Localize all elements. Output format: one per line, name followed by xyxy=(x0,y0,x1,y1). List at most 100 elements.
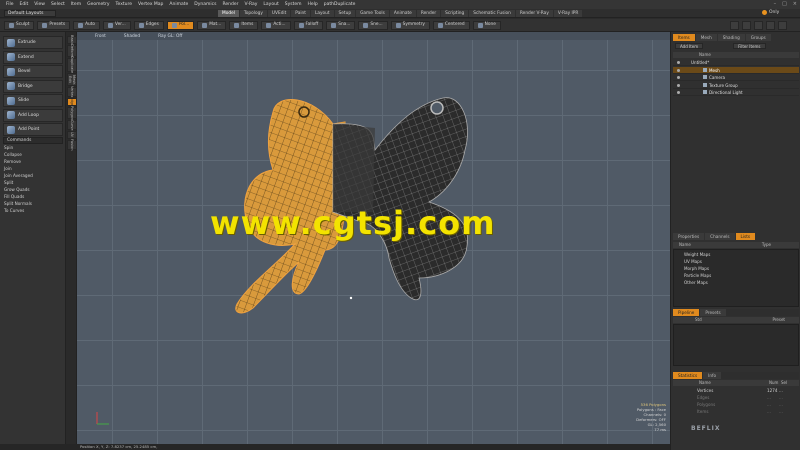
tab-layout[interactable]: Layout xyxy=(310,10,334,17)
tab-groups[interactable]: Groups xyxy=(745,34,771,41)
menu-item-select[interactable]: Select xyxy=(51,2,65,7)
tab-paint[interactable]: Paint xyxy=(291,10,310,17)
tool-slide[interactable]: Slide xyxy=(3,94,63,107)
tab-lists[interactable]: Lists xyxy=(735,233,756,240)
vtab-curve[interactable]: Curve xyxy=(67,120,77,130)
menu-item-dynamics[interactable]: Dynamics xyxy=(194,2,216,7)
menu-item-pathduplicate[interactable]: pathDuplicate xyxy=(324,2,356,7)
eye-icon[interactable] xyxy=(677,76,680,79)
vtab-uv[interactable]: UV xyxy=(67,131,77,139)
menu-item-geometry[interactable]: Geometry xyxy=(87,2,109,7)
render-icon[interactable] xyxy=(766,21,775,30)
maximize-icon[interactable]: □ xyxy=(782,1,787,7)
eye-icon[interactable] xyxy=(677,61,680,64)
menu-item-view[interactable]: View xyxy=(34,2,45,7)
eye-icon[interactable] xyxy=(677,83,680,87)
command-collapse[interactable]: Collapse xyxy=(4,152,62,159)
menu-item-system[interactable]: System xyxy=(285,2,302,7)
command-split[interactable]: Split xyxy=(4,180,62,187)
menu-item-layout[interactable]: Layout xyxy=(263,2,278,7)
view-toggle-icon[interactable] xyxy=(730,21,739,30)
tool-add-point[interactable]: Add Point xyxy=(3,123,63,136)
tree-item-texture-group[interactable]: Texture Group xyxy=(673,82,799,89)
toolbar-button-11[interactable]: Sne... xyxy=(358,20,388,30)
minimize-icon[interactable]: – xyxy=(774,1,777,7)
list-item-particle-maps[interactable]: Particle Maps xyxy=(674,272,800,279)
eye-icon[interactable] xyxy=(677,68,680,72)
mesh-right-half[interactable] xyxy=(332,97,468,301)
toolbar-button-12[interactable]: Symmetry xyxy=(390,20,430,30)
vtab-edge[interactable]: Edge xyxy=(67,97,77,107)
command-grow-quads[interactable]: Grow Quads xyxy=(4,187,62,194)
tree-item-mesh[interactable]: Mesh xyxy=(673,66,799,74)
tool-extend[interactable]: Extend xyxy=(3,50,63,64)
settings-icon[interactable] xyxy=(778,21,787,30)
add-item-button[interactable]: Add Item xyxy=(675,43,704,49)
tab-setup[interactable]: Setup xyxy=(334,10,356,17)
tool-extrude[interactable]: Extrude xyxy=(3,36,63,49)
list-item-other-maps[interactable]: Other Maps xyxy=(674,279,800,286)
tree-item-untitled-[interactable]: Untitled* xyxy=(673,59,799,66)
grid-icon[interactable] xyxy=(742,21,751,30)
eye-icon[interactable] xyxy=(677,91,680,94)
toolbar-button-13[interactable]: Centered xyxy=(432,20,470,30)
tab-shading[interactable]: Shading xyxy=(717,34,745,41)
tool-add-loop[interactable]: Add Loop xyxy=(3,108,63,122)
menu-item-item[interactable]: Item xyxy=(71,2,81,7)
tab-presets[interactable]: Presets xyxy=(700,309,726,316)
menu-item-vertex-map[interactable]: Vertex Map xyxy=(138,2,163,7)
vtab-duplicate[interactable]: Duplicate xyxy=(67,56,77,74)
toolbar-button-1[interactable]: Presets xyxy=(37,20,71,30)
tab-scripting[interactable]: Scripting xyxy=(441,10,469,17)
tab-schematic-fusion[interactable]: Schematic Fusion xyxy=(469,10,515,17)
toolbar-button-2[interactable]: Auto xyxy=(73,20,101,30)
tab-mesh[interactable]: Mesh xyxy=(695,34,717,41)
menu-item-v-ray[interactable]: V-Ray xyxy=(245,2,258,7)
close-icon[interactable]: × xyxy=(793,1,797,7)
command-fill-quads[interactable]: Fill Quads xyxy=(4,194,62,201)
toolbar-button-5[interactable]: Pol... xyxy=(166,20,195,30)
tab-uvedit[interactable]: UVEdit xyxy=(267,10,291,17)
toolbar-button-4[interactable]: Edges xyxy=(133,20,164,30)
tab-channels[interactable]: Channels xyxy=(705,233,735,240)
tree-item-directional-light[interactable]: Directional Light xyxy=(673,89,799,96)
vtab-basic[interactable]: Basic xyxy=(67,35,77,45)
menu-item-texture[interactable]: Texture xyxy=(116,2,132,7)
vtab-deform[interactable]: Deform xyxy=(67,44,77,58)
list-item-morph-maps[interactable]: Morph Maps xyxy=(674,265,800,272)
menu-item-file[interactable]: File xyxy=(6,2,14,7)
toolbar-button-8[interactable]: Acti... xyxy=(261,20,291,30)
menu-item-help[interactable]: Help xyxy=(308,2,318,7)
toolbar-button-0[interactable]: Sculpt xyxy=(4,20,35,30)
list-item-uv-maps[interactable]: UV Maps xyxy=(674,258,800,265)
toolbar-button-9[interactable]: Falloff xyxy=(293,20,324,30)
tool-bridge[interactable]: Bridge xyxy=(3,79,63,93)
toolbar-button-14[interactable]: None xyxy=(472,20,501,30)
menu-item-render[interactable]: Render xyxy=(222,2,238,7)
tab-render-v-ray[interactable]: Render V-Ray xyxy=(515,10,553,17)
tab-info[interactable]: Info xyxy=(703,372,722,379)
toolbar-button-6[interactable]: Mat... xyxy=(197,20,227,30)
camera-view-icon[interactable] xyxy=(754,21,763,30)
command-to-curves[interactable]: To Curves xyxy=(4,208,62,215)
tab-properties[interactable]: Properties xyxy=(673,233,705,240)
command-join[interactable]: Join xyxy=(4,166,62,173)
tab-topology[interactable]: Topology xyxy=(239,10,267,17)
toolbar-button-3[interactable]: Ver... xyxy=(103,20,131,30)
vtab-fusion[interactable]: Fusion xyxy=(67,139,77,151)
tab-animate[interactable]: Animate xyxy=(389,10,416,17)
filter-items-input[interactable]: Filter Items xyxy=(733,43,766,49)
command-split-normals[interactable]: Split Normals xyxy=(4,201,62,208)
layout-select[interactable]: Default Layouts xyxy=(4,10,56,17)
tool-bevel[interactable]: Bevel xyxy=(3,65,63,78)
command-join-averaged[interactable]: Join Averaged xyxy=(4,173,62,180)
vtab-mesh-edit[interactable]: Mesh Edit xyxy=(67,73,77,86)
tab-game-tools[interactable]: Game Tools xyxy=(356,10,389,17)
tab-render[interactable]: Render xyxy=(416,10,441,17)
list-item-weight-maps[interactable]: Weight Maps xyxy=(674,251,800,258)
menu-item-edit[interactable]: Edit xyxy=(20,2,29,7)
command-spin[interactable]: Spin xyxy=(4,145,62,152)
tree-item-camera[interactable]: Camera xyxy=(673,74,799,81)
only-toggle[interactable]: Only xyxy=(762,10,779,15)
tab-items[interactable]: Items xyxy=(673,34,695,41)
